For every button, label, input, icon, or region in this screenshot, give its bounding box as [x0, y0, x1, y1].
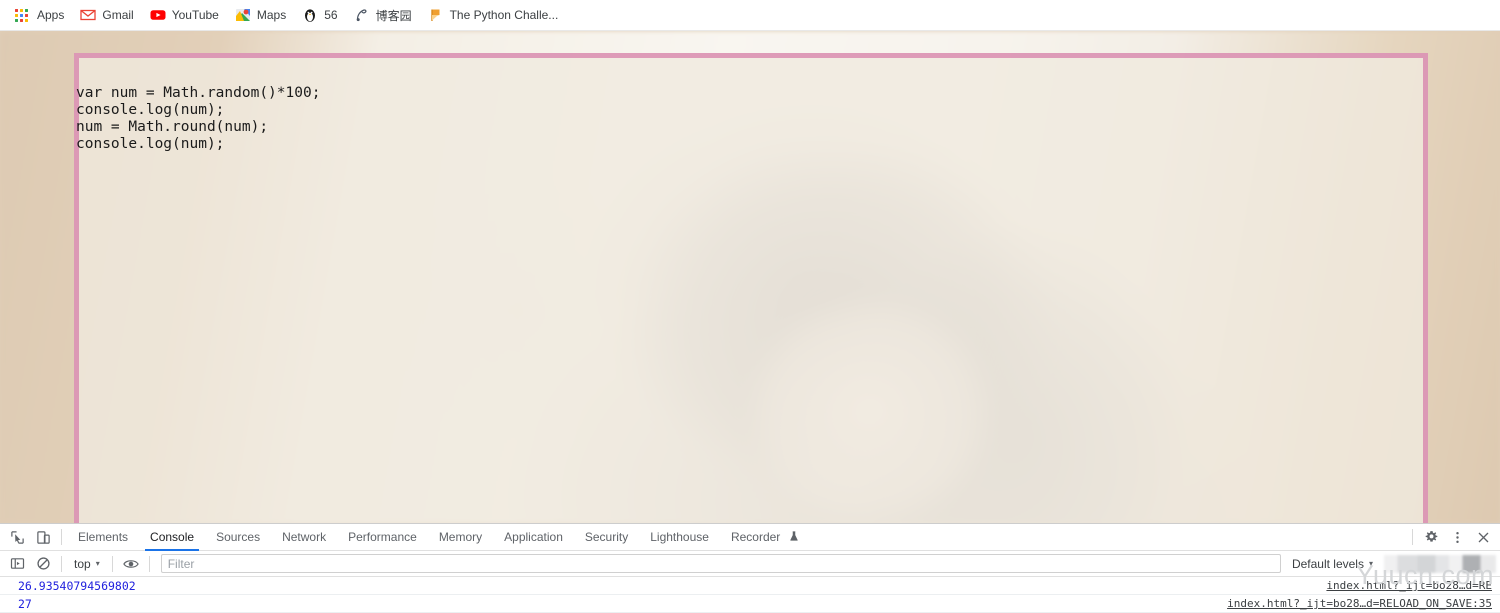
console-value: 27: [18, 596, 32, 611]
bookmark-youtube[interactable]: YouTube: [142, 4, 227, 26]
tab-performance[interactable]: Performance: [337, 524, 428, 551]
youtube-icon: [150, 7, 166, 23]
live-expression-button[interactable]: [118, 552, 144, 576]
log-levels-label: Default levels: [1291, 556, 1364, 571]
more-options-button[interactable]: [1444, 525, 1470, 549]
tab-application[interactable]: Application: [493, 524, 574, 551]
cnblogs-icon: [354, 7, 370, 23]
bookmark-label: 博客园: [375, 8, 412, 23]
device-toolbar-button[interactable]: [30, 525, 56, 549]
devtools-toolbar: Elements Console Sources Network Perform…: [0, 524, 1500, 551]
close-icon: [1476, 530, 1491, 545]
clear-console-button[interactable]: [30, 552, 56, 576]
penguin-icon: [302, 7, 318, 23]
chevron-down-icon: ▾: [95, 559, 100, 568]
bookmark-label: 56: [324, 8, 338, 22]
tab-label: Network: [282, 529, 327, 544]
tab-console[interactable]: Console: [139, 524, 205, 551]
execution-context-select[interactable]: top ▾: [67, 555, 107, 573]
filterbar-divider-3: [148, 555, 150, 572]
redacted-toolbar-region: [1384, 554, 1496, 573]
tab-lighthouse[interactable]: Lighthouse: [639, 524, 720, 551]
bookmark-python-challenge[interactable]: The Python Challe...: [420, 4, 567, 26]
bookmark-gmail[interactable]: Gmail: [72, 4, 141, 26]
bookmarks-bar: Apps Gmail YouTube Maps 56 博客园 The Pytho…: [0, 0, 1500, 31]
tab-label: Application: [504, 529, 563, 544]
console-source-link[interactable]: index.html?_ijt=bo28…d=RE: [1326, 577, 1492, 595]
tab-label: Elements: [78, 529, 129, 544]
close-devtools-button[interactable]: [1470, 525, 1496, 549]
bookmark-label: The Python Challe...: [449, 8, 559, 22]
devtools-toolbar-right: [1407, 525, 1496, 549]
console-value: 26.93540794569802: [18, 578, 136, 593]
devtools-tab-strip: Elements Console Sources Network Perform…: [67, 524, 810, 551]
bookmark-56[interactable]: 56: [294, 4, 345, 26]
bookmark-maps[interactable]: Maps: [227, 4, 294, 26]
execution-context-label: top: [74, 556, 91, 571]
bookmark-label: Apps: [37, 8, 65, 22]
filterbar-divider-2: [111, 555, 113, 572]
tab-sources[interactable]: Sources: [205, 524, 271, 551]
console-row[interactable]: 27 index.html?_ijt=bo28…d=RELOAD_ON_SAVE…: [0, 595, 1500, 613]
tab-memory[interactable]: Memory: [428, 524, 493, 551]
console-sidebar-button[interactable]: [4, 552, 30, 576]
device-toolbar-icon: [36, 530, 51, 545]
tab-elements[interactable]: Elements: [67, 524, 139, 551]
filterbar-divider-1: [61, 555, 62, 572]
tab-label: Memory: [438, 529, 483, 544]
devtools-panel: Elements Console Sources Network Perform…: [0, 523, 1500, 613]
console-filter-bar: top ▾ Default levels ▾: [0, 551, 1500, 577]
tab-label: Console: [150, 529, 195, 544]
gmail-icon: [80, 7, 97, 23]
toolbar-divider-right: [1412, 529, 1413, 545]
clear-console-icon: [36, 556, 51, 571]
page-code-text: var num = Math.random()*100; console.log…: [76, 85, 321, 152]
bookmark-label: Maps: [256, 8, 287, 22]
beaker-icon: [789, 530, 799, 544]
google-maps-icon: [235, 7, 251, 23]
console-filter-input[interactable]: [160, 554, 1281, 573]
page-viewport: var num = Math.random()*100; console.log…: [0, 31, 1500, 523]
live-expression-eye-icon: [122, 557, 139, 571]
bookmark-label: YouTube: [171, 8, 219, 22]
inspect-element-button[interactable]: [4, 525, 30, 549]
tab-label: Recorder: [730, 529, 781, 544]
tab-label: Security: [584, 529, 629, 544]
tab-recorder[interactable]: Recorder: [720, 524, 810, 551]
tab-label: Lighthouse: [650, 529, 709, 544]
bookmark-cnblogs[interactable]: 博客园: [346, 4, 420, 27]
console-sidebar-icon: [10, 556, 25, 571]
gear-icon: [1424, 530, 1439, 545]
apps-grid-icon: [15, 8, 31, 22]
bookmark-apps[interactable]: Apps: [6, 5, 72, 25]
python-challenge-icon: [428, 7, 444, 23]
console-message-list: 26.93540794569802 index.html?_ijt=bo28…d…: [0, 577, 1500, 613]
chevron-down-icon: ▾: [1368, 559, 1373, 568]
tab-label: Performance: [348, 529, 417, 544]
log-levels-select[interactable]: Default levels ▾: [1285, 555, 1380, 573]
tab-network[interactable]: Network: [271, 524, 337, 551]
kebab-menu-icon: [1450, 530, 1465, 545]
tab-label: Sources: [216, 529, 261, 544]
toolbar-divider: [61, 529, 62, 545]
tab-security[interactable]: Security: [574, 524, 639, 551]
inspect-element-icon: [10, 530, 25, 545]
console-row[interactable]: 26.93540794569802 index.html?_ijt=bo28…d…: [0, 577, 1500, 595]
settings-button[interactable]: [1418, 525, 1444, 549]
console-source-link[interactable]: index.html?_ijt=bo28…d=RELOAD_ON_SAVE:35: [1227, 595, 1492, 613]
bookmark-label: Gmail: [102, 8, 134, 22]
